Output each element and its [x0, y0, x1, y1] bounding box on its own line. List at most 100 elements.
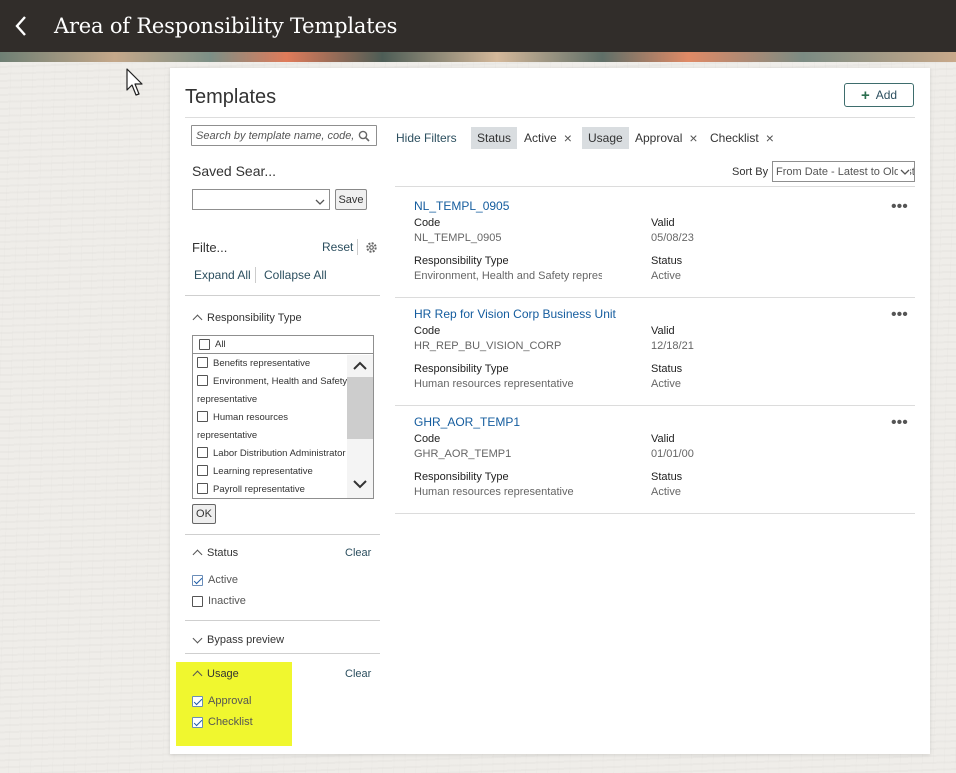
responsibility-type-value: Human resources representative: [414, 378, 574, 390]
remove-filter-icon[interactable]: ×: [564, 130, 572, 146]
checkbox-label: Checklist: [208, 716, 253, 728]
hide-filters-link[interactable]: Hide Filters: [396, 131, 457, 145]
status-option-inactive[interactable]: Inactive: [192, 595, 246, 607]
divider: [395, 513, 915, 514]
checkbox[interactable]: [199, 339, 210, 350]
list-item[interactable]: Environment, Health and Safety represent…: [193, 373, 348, 409]
divider: [185, 653, 380, 654]
result-title-link[interactable]: HR Rep for Vision Corp Business Unit: [414, 307, 616, 321]
filters-label: Filte...: [192, 240, 228, 255]
list-item[interactable]: Payroll representative: [193, 481, 348, 498]
mouse-cursor-icon: [126, 68, 143, 96]
status-value: Active: [651, 378, 681, 390]
saved-search-select[interactable]: [192, 189, 330, 210]
divider: [395, 405, 915, 406]
section-title: Usage: [207, 668, 239, 680]
search-icon[interactable]: [354, 126, 374, 145]
divider: [185, 295, 380, 296]
back-button[interactable]: [0, 0, 42, 52]
usage-option-checklist[interactable]: Checklist: [192, 716, 253, 728]
divider: [185, 117, 915, 118]
chevron-up-icon: [192, 670, 203, 681]
valid-value: 12/18/21: [651, 340, 694, 352]
valid-value: 05/08/23: [651, 232, 694, 244]
status-label: Status: [651, 255, 683, 267]
status-option-active[interactable]: Active: [192, 574, 238, 586]
search-input[interactable]: [192, 126, 354, 145]
list-item[interactable]: Learning representative: [193, 463, 348, 481]
checkbox[interactable]: [192, 716, 203, 728]
checkbox[interactable]: [197, 465, 208, 476]
filter-chip-usage-approval: Approval ×: [631, 127, 702, 149]
scrollbar-thumb[interactable]: [347, 377, 373, 439]
code-label: Code: [414, 433, 441, 445]
reset-button[interactable]: Reset: [322, 240, 353, 254]
expand-all-link[interactable]: Expand All: [194, 268, 251, 282]
responsibility-type-label: Responsibility Type: [414, 363, 509, 375]
scroll-down-icon[interactable]: [353, 477, 367, 491]
code-label: Code: [414, 217, 441, 229]
valid-label: Valid: [651, 433, 675, 445]
status-section-toggle[interactable]: Status: [192, 547, 238, 560]
checkbox[interactable]: [197, 447, 208, 458]
add-button[interactable]: + Add: [844, 83, 914, 107]
checkbox[interactable]: [197, 483, 208, 494]
filter-chip-value: Active: [524, 131, 557, 145]
divider: [395, 186, 915, 187]
result-title-link[interactable]: NL_TEMPL_0905: [414, 199, 509, 213]
responsibility-type-label: Responsibility Type: [414, 471, 509, 483]
chevron-down-icon: [898, 167, 910, 179]
list-scrollbar[interactable]: [347, 355, 373, 498]
code-value: NL_TEMPL_0905: [414, 232, 502, 244]
code-value: HR_REP_BU_VISION_CORP: [414, 340, 562, 352]
checkbox-label: Payroll representative: [213, 484, 305, 495]
usage-option-approval[interactable]: Approval: [192, 695, 251, 707]
status-value: Active: [651, 486, 681, 498]
list-item[interactable]: Benefits representative: [193, 355, 348, 373]
chevron-up-icon: [192, 314, 203, 325]
code-label: Code: [414, 325, 441, 337]
responsibility-type-all[interactable]: All: [193, 336, 373, 354]
search-field[interactable]: [191, 125, 377, 146]
responsibility-type-section-toggle[interactable]: Responsibility Type: [192, 312, 302, 325]
scroll-up-icon[interactable]: [353, 359, 367, 373]
collapse-all-link[interactable]: Collapse All: [264, 268, 327, 282]
remove-filter-icon[interactable]: ×: [689, 130, 697, 146]
checkbox[interactable]: [192, 595, 203, 607]
gear-icon[interactable]: [365, 241, 378, 257]
checkbox[interactable]: [192, 695, 203, 707]
filter-chip-usage-checklist: Checklist ×: [706, 127, 778, 149]
checkbox-label: Benefits representative: [213, 358, 311, 369]
more-actions-icon[interactable]: •••: [891, 415, 908, 431]
checkbox-label: Inactive: [208, 595, 246, 607]
responsibility-type-list[interactable]: All Benefits representative Environment,…: [192, 335, 374, 499]
checkbox[interactable]: [197, 357, 208, 368]
list-item[interactable]: Human resources representative: [193, 409, 348, 445]
save-button[interactable]: Save: [335, 189, 367, 210]
responsibility-type-value: Human resources representative: [414, 486, 574, 498]
more-actions-icon[interactable]: •••: [891, 307, 908, 323]
chevron-down-icon: [315, 195, 325, 209]
result-title-link[interactable]: GHR_AOR_TEMP1: [414, 415, 520, 429]
checkbox[interactable]: [197, 411, 208, 422]
checkbox-label: Labor Distribution Administrator: [213, 448, 346, 459]
checkbox[interactable]: [192, 574, 203, 586]
sort-by-select[interactable]: From Date - Latest to Oldest: [772, 161, 915, 182]
responsibility-type-options: Benefits representative Environment, Hea…: [193, 355, 348, 498]
remove-filter-icon[interactable]: ×: [766, 130, 774, 146]
ok-button[interactable]: OK: [192, 504, 216, 524]
sort-by-label: Sort By: [732, 166, 769, 178]
checkbox-label: Learning representative: [213, 466, 313, 477]
status-clear-link[interactable]: Clear: [345, 547, 371, 559]
add-button-label: Add: [875, 88, 898, 102]
bypass-preview-section-toggle[interactable]: Bypass preview: [192, 633, 284, 646]
section-title: Responsibility Type: [207, 312, 302, 324]
more-actions-icon[interactable]: •••: [891, 199, 908, 215]
separator: [255, 267, 256, 283]
usage-section-toggle[interactable]: Usage: [192, 668, 239, 681]
checkbox[interactable]: [197, 375, 208, 386]
filter-chip-usage-label: Usage: [582, 127, 629, 149]
list-item[interactable]: Labor Distribution Administrator: [193, 445, 348, 463]
usage-clear-link[interactable]: Clear: [345, 668, 371, 680]
responsibility-type-value: Environment, Health and Safety represent…: [414, 270, 602, 282]
